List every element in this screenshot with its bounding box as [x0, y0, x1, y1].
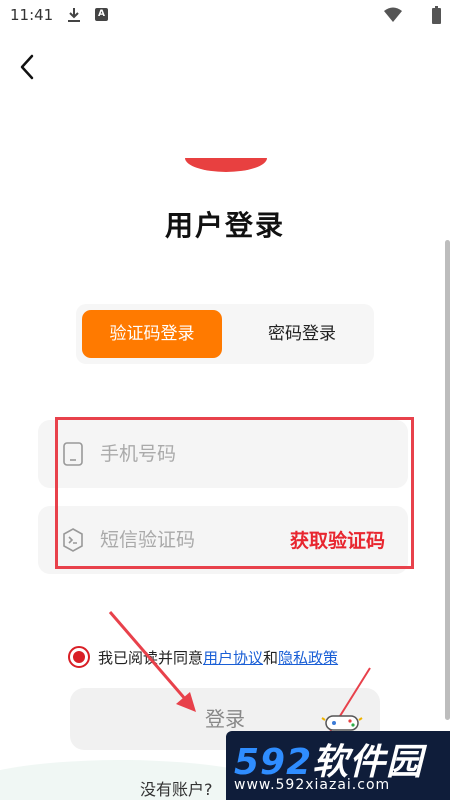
privacy-policy-link[interactable]: 隐私政策 — [278, 649, 338, 667]
app-logo — [185, 158, 267, 172]
login-mode-tabs: 验证码登录 密码登录 — [76, 304, 374, 364]
accessibility-a-icon: A — [95, 8, 108, 21]
status-bar: 11:41 A — [0, 0, 450, 32]
agreement-conjunction: 和 — [263, 649, 279, 667]
status-time: 11:41 — [10, 6, 54, 24]
tab-password-login[interactable]: 密码登录 — [236, 310, 368, 358]
annotation-highlight-box — [55, 417, 414, 569]
register-prompt[interactable]: 没有账户? — [140, 776, 213, 800]
annotation-arrows — [108, 611, 371, 749]
download-icon — [68, 8, 80, 22]
scrollbar[interactable] — [445, 240, 450, 720]
agreement-prefix: 我已阅读并同意 — [98, 649, 204, 667]
chevron-left-icon — [20, 54, 34, 80]
user-agreement-link[interactable]: 用户协议 — [203, 649, 263, 667]
back-button[interactable] — [14, 52, 40, 82]
agreement-text: 我已阅读并同意用户协议和隐私政策 — [98, 647, 338, 668]
wifi-icon — [384, 7, 402, 22]
login-screen: 11:41 A 用户登录 验证码登录 密码登录 手机号码 短信验证码 获取验证码… — [0, 0, 450, 800]
watermark-logo: 592软件园 www.592xiazai.com — [226, 731, 450, 800]
page-title: 用户登录 — [164, 209, 285, 242]
battery-icon — [432, 6, 441, 24]
agree-checkbox[interactable] — [68, 646, 90, 668]
tab-sms-login[interactable]: 验证码登录 — [82, 310, 222, 358]
watermark-url: www.592xiazai.com — [234, 777, 391, 793]
